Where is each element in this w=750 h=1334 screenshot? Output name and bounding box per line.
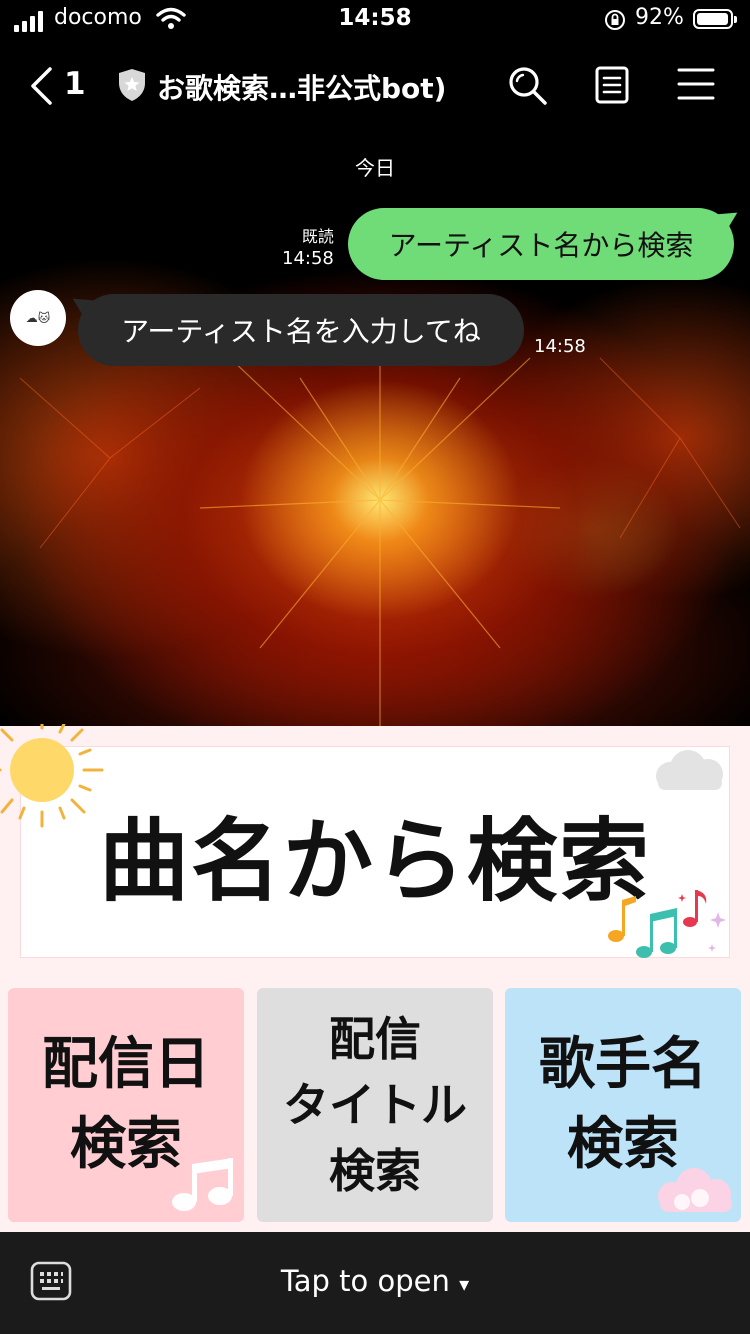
tile-label-line: 配信 bbox=[329, 1012, 421, 1066]
read-label: 既読 bbox=[301, 227, 334, 246]
notes-icon[interactable] bbox=[592, 64, 634, 106]
chat-header: 1 お歌検索…非公式bot) bbox=[0, 52, 750, 118]
rotation-lock-icon bbox=[603, 8, 627, 36]
tile-label-line: 検索 bbox=[70, 1112, 182, 1177]
menu-icon[interactable] bbox=[676, 64, 718, 106]
tile-label-line: 歌手名 bbox=[539, 1032, 707, 1097]
received-message[interactable]: アーティスト名を入力してね bbox=[78, 294, 524, 366]
status-bar: docomo 14:58 92% bbox=[0, 0, 750, 40]
message-meta: 既読 14:58 bbox=[282, 226, 334, 270]
delivery-title-search-button[interactable]: 配信 タイトル 検索 bbox=[257, 988, 493, 1222]
tile-label-line: 検索 bbox=[329, 1144, 421, 1198]
tap-to-open-text: Tap to open bbox=[280, 1264, 450, 1298]
shield-star-icon bbox=[117, 68, 147, 106]
rich-menu-toggle-bar[interactable]: Tap to open ▾ bbox=[0, 1232, 750, 1334]
chat-title[interactable]: お歌検索…非公式bot) bbox=[157, 67, 446, 107]
music-note-icon bbox=[170, 1154, 240, 1218]
search-icon[interactable] bbox=[506, 64, 548, 106]
back-chevron-icon[interactable] bbox=[28, 66, 54, 110]
unread-count[interactable]: 1 bbox=[64, 66, 86, 102]
avatar[interactable]: ☁🐱 bbox=[10, 290, 66, 346]
message-time: 14:58 bbox=[534, 336, 586, 357]
sent-message[interactable]: アーティスト名から検索 bbox=[348, 208, 734, 280]
tile-label-line: 配信日 bbox=[42, 1032, 210, 1097]
tap-to-open-label[interactable]: Tap to open ▾ bbox=[0, 1264, 750, 1298]
tile-label-line: タイトル bbox=[283, 1078, 467, 1132]
message-time: 14:58 bbox=[282, 248, 334, 269]
chat-area[interactable]: 今日 既読 14:58 アーティスト名から検索 ☁🐱 アーティスト名を入力してね… bbox=[0, 128, 750, 726]
battery-icon bbox=[693, 9, 737, 29]
chevron-down-icon: ▾ bbox=[459, 1272, 470, 1296]
pink-cloud-icon bbox=[652, 1164, 742, 1220]
battery-percent: 92% bbox=[635, 5, 684, 30]
rich-menu: 曲名から検索 配信日 検索 配信 タイトル 検索 歌手名 検索 bbox=[0, 716, 750, 1232]
date-divider: 今日 bbox=[355, 156, 395, 180]
music-notes-icon bbox=[604, 886, 730, 970]
